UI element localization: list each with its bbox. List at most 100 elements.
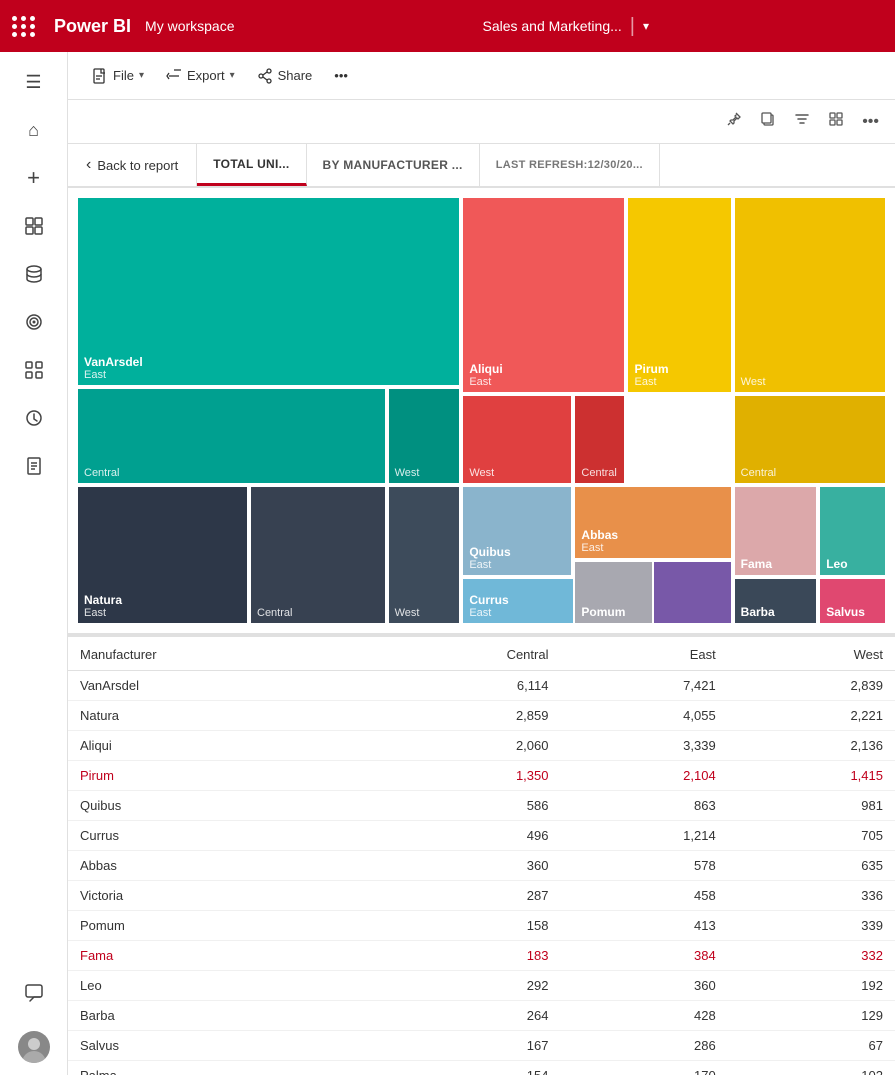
treemap-cell-sub[interactable]: Central	[733, 394, 887, 486]
more-options-icon[interactable]: •••	[858, 109, 883, 135]
sidebar-item-create[interactable]: +	[12, 156, 56, 200]
cell-east: 3,339	[560, 731, 727, 761]
cell-central: 287	[366, 881, 561, 911]
treemap-cell-leo[interactable]: Leo	[818, 485, 887, 577]
treemap-cell-quibus[interactable]: QuibusEast	[461, 485, 573, 577]
visual-options-icon[interactable]	[824, 107, 848, 136]
treemap-cell-sub[interactable]: West	[461, 394, 573, 486]
treemap-cell-natura[interactable]: NaturaEast	[76, 485, 249, 625]
cell-east: 578	[560, 851, 727, 881]
cell-manufacturer: Barba	[68, 1001, 366, 1031]
sidebar-icon-menu[interactable]: ☰	[12, 60, 56, 104]
cell-central: 167	[366, 1031, 561, 1061]
file-button[interactable]: File ▾	[84, 63, 152, 89]
back-to-report-tab[interactable]: ‹ Back to report	[68, 144, 197, 186]
table-row: Salvus 167 286 67	[68, 1031, 895, 1061]
sidebar-item-learn[interactable]	[12, 396, 56, 440]
cell-manufacturer: Natura	[68, 701, 366, 731]
sidebar-item-docs[interactable]	[12, 444, 56, 488]
cell-central: 6,114	[366, 671, 561, 701]
col-east: East	[560, 637, 727, 671]
treemap-cell-sub[interactable]: Central	[76, 387, 387, 485]
tab-by-manufacturer[interactable]: BY MANUFACTURER ...	[307, 144, 480, 186]
table-header-row: Manufacturer Central East West	[68, 637, 895, 671]
table-row: VanArsdel 6,114 7,421 2,839	[68, 671, 895, 701]
table-row: Pirum 1,350 2,104 1,415	[68, 761, 895, 791]
cell-manufacturer: Abbas	[68, 851, 366, 881]
main-content: File ▾ Export ▾ Share ••• •••	[68, 52, 895, 1075]
export-button[interactable]: Export ▾	[158, 63, 243, 89]
cell-west: 336	[728, 881, 895, 911]
treemap-cell-salvus[interactable]: Salvus	[818, 577, 887, 625]
cell-manufacturer: Fama	[68, 941, 366, 971]
cell-west: 2,839	[728, 671, 895, 701]
cell-west: 2,136	[728, 731, 895, 761]
file-chevron: ▾	[139, 70, 144, 81]
sidebar-item-apps[interactable]	[12, 348, 56, 392]
cell-east: 1,214	[560, 821, 727, 851]
cell-manufacturer: Victoria	[68, 881, 366, 911]
share-button[interactable]: Share	[249, 63, 321, 89]
sidebar-item-browse[interactable]	[12, 204, 56, 248]
col-west: West	[728, 637, 895, 671]
cell-west: 1,415	[728, 761, 895, 791]
tab-total-units[interactable]: TOTAL UNI...	[197, 144, 306, 186]
cell-central: 2,060	[366, 731, 561, 761]
treemap-cell-sub[interactable]: West	[733, 196, 887, 394]
filter-icon[interactable]	[790, 107, 814, 136]
sidebar-item-home[interactable]: ⌂	[12, 108, 56, 152]
table-row: Pomum 158 413 339	[68, 911, 895, 941]
cell-west: 981	[728, 791, 895, 821]
cell-east: 458	[560, 881, 727, 911]
cell-east: 413	[560, 911, 727, 941]
tab-last-refresh[interactable]: LAST REFRESH:12/30/20...	[480, 144, 660, 186]
table-row: Victoria 287 458 336	[68, 881, 895, 911]
left-sidebar: ☰ ⌂ +	[0, 52, 68, 1075]
treemap-cell-pirum[interactable]: PirumEast	[626, 196, 732, 394]
treemap-cell-sub[interactable]: West	[387, 485, 462, 625]
sidebar-item-feedback[interactable]	[12, 971, 56, 1015]
title-chevron[interactable]: ▾	[643, 19, 649, 33]
col-manufacturer: Manufacturer	[68, 637, 366, 671]
sidebar-item-goals[interactable]	[12, 300, 56, 344]
pin-icon[interactable]	[722, 107, 746, 136]
cell-east: 4,055	[560, 701, 727, 731]
treemap-cell-abbas[interactable]: AbbasEast	[573, 485, 732, 560]
cell-central: 2,859	[366, 701, 561, 731]
cell-central: 154	[366, 1061, 561, 1075]
treemap-cell-sub[interactable]: West	[387, 387, 462, 485]
cell-manufacturer: Palma	[68, 1061, 366, 1075]
cell-west: 339	[728, 911, 895, 941]
cell-central: 292	[366, 971, 561, 1001]
app-grid-icon[interactable]	[12, 16, 36, 37]
cell-east: 863	[560, 791, 727, 821]
cell-east: 7,421	[560, 671, 727, 701]
more-button[interactable]: •••	[326, 63, 356, 88]
treemap-container: VanArsdelEastCentralWestAliquiEastWestCe…	[68, 188, 895, 633]
treemap-cell-sub[interactable]: Central	[573, 394, 626, 486]
cell-west: 129	[728, 1001, 895, 1031]
cell-west: 635	[728, 851, 895, 881]
cell-central: 586	[366, 791, 561, 821]
workspace-label[interactable]: My workspace	[145, 18, 234, 34]
user-avatar[interactable]	[18, 1031, 50, 1063]
copy-icon[interactable]	[756, 107, 780, 136]
export-icon	[166, 68, 182, 84]
secondary-toolbar: File ▾ Export ▾ Share •••	[68, 52, 895, 100]
treemap-cell-sub[interactable]: Central	[249, 485, 387, 625]
cell-east: 384	[560, 941, 727, 971]
treemap-cell-barba[interactable]: Barba	[733, 577, 819, 625]
cell-central: 360	[366, 851, 561, 881]
sidebar-item-data[interactable]	[12, 252, 56, 296]
table-row: Aliqui 2,060 3,339 2,136	[68, 731, 895, 761]
treemap-cell-fama[interactable]: Fama	[733, 485, 819, 577]
table-container[interactable]: Manufacturer Central East West VanArsdel…	[68, 633, 895, 1075]
cell-manufacturer: Pirum	[68, 761, 366, 791]
table-row: Currus 496 1,214 705	[68, 821, 895, 851]
treemap-cell-aliqui[interactable]: AliquiEast	[461, 196, 626, 394]
cell-west: 332	[728, 941, 895, 971]
treemap-cell-vanarsdel[interactable]: VanArsdelEast	[76, 196, 461, 387]
table-row: Quibus 586 863 981	[68, 791, 895, 821]
treemap-cell-pomum[interactable]: Pomum	[573, 560, 654, 625]
cell-central: 264	[366, 1001, 561, 1031]
